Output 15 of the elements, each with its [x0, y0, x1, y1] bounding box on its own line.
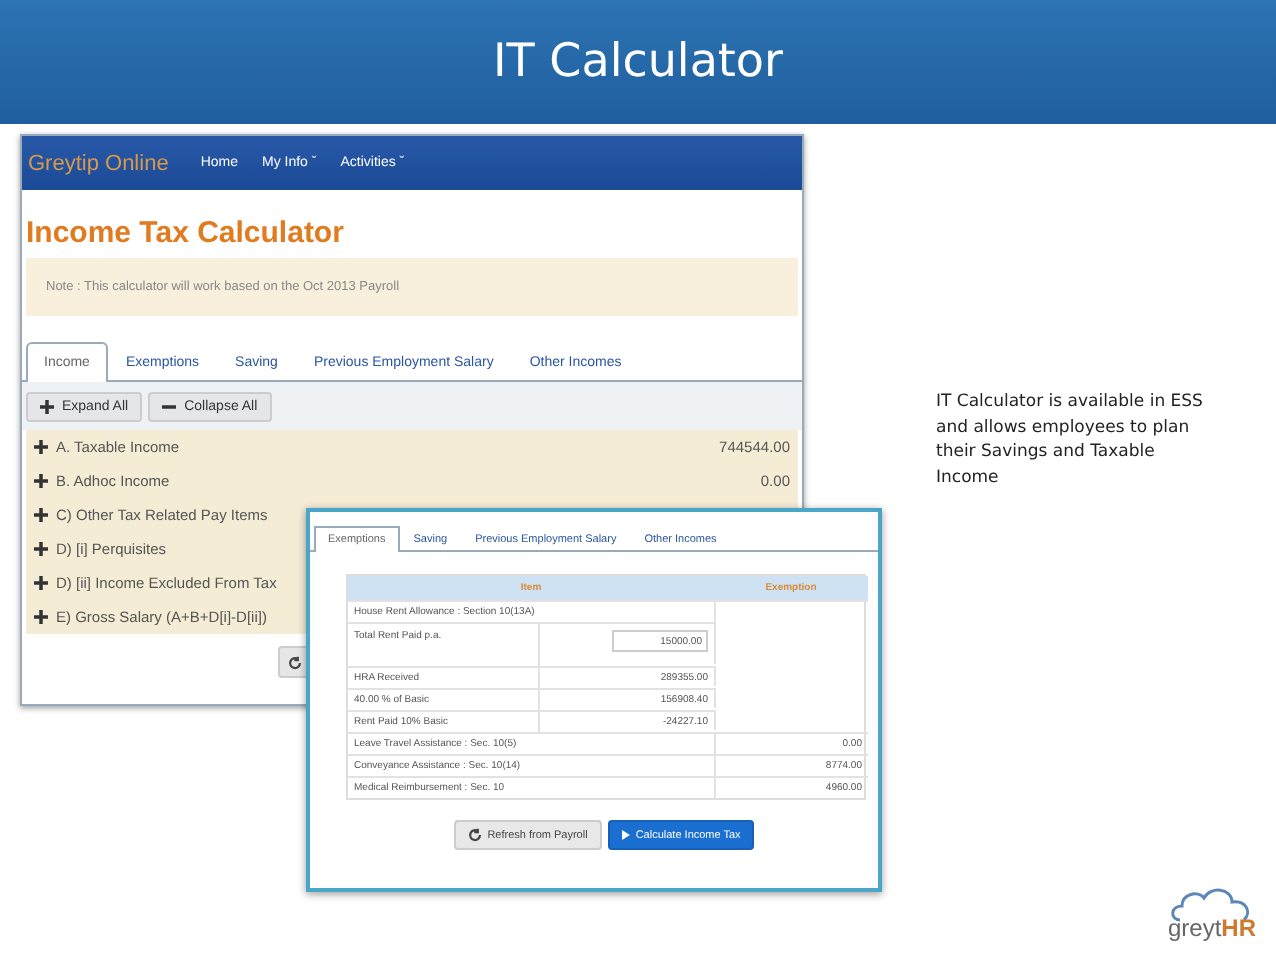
plus-icon: [34, 542, 48, 556]
refresh-icon: [467, 828, 482, 842]
description-text: IT Calculator is available in ESS and allows employees to plan their Savings and Taxable Income: [936, 390, 1205, 491]
plus-icon: [34, 610, 48, 624]
slide-title: IT Calculator: [493, 36, 783, 88]
plus-icon: [34, 576, 48, 590]
refresh-icon: [287, 655, 301, 669]
minus-icon: [162, 399, 177, 413]
logo-text: greytHR: [1167, 914, 1256, 942]
plus-icon: [40, 399, 54, 413]
plus-icon: [34, 440, 48, 454]
plus-icon: [34, 508, 48, 522]
page-heading: Income Tax Calculator: [26, 216, 346, 250]
play-icon: [621, 830, 630, 840]
plus-icon: [34, 474, 48, 488]
